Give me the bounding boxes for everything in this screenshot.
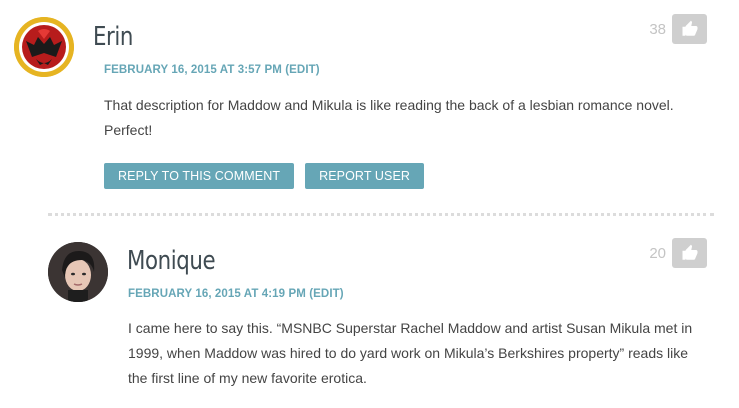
edit-link[interactable]: (EDIT) [285,64,319,76]
batwoman-avatar-icon [14,17,74,77]
thumbs-up-icon [682,20,697,36]
vote-box: 20 [630,238,707,268]
comment-author: Monique [127,246,216,276]
thumbs-up-icon [682,244,697,260]
comment-actions: REPLY TO THIS COMMENT REPORT USER [104,163,425,189]
like-button[interactable] [672,14,707,44]
edit-link[interactable]: (EDIT) [309,288,343,300]
comment-meta: FEBRUARY 16, 2015 AT 4:19 PM (EDIT) [128,288,344,300]
report-user-button[interactable]: REPORT USER [305,163,425,189]
vote-box: 38 [630,14,707,44]
avatar[interactable] [14,17,74,77]
comment-body: That description for Maddow and Mikula i… [104,97,674,138]
user-photo-avatar [48,242,108,302]
avatar[interactable] [48,242,108,302]
comment-meta: FEBRUARY 16, 2015 AT 3:57 PM (EDIT) [104,64,320,76]
like-button[interactable] [672,238,707,268]
comment-body: I came here to say this. “MSNBC Supersta… [128,320,693,386]
comment-date[interactable]: FEBRUARY 16, 2015 AT 4:19 PM [128,288,306,300]
comment-divider [48,213,714,216]
reply-button[interactable]: REPLY TO THIS COMMENT [104,163,295,189]
vote-count: 20 [649,244,666,262]
comment-date[interactable]: FEBRUARY 16, 2015 AT 3:57 PM [104,64,282,76]
comment-author: Erin [93,22,134,52]
vote-count: 38 [649,20,666,38]
